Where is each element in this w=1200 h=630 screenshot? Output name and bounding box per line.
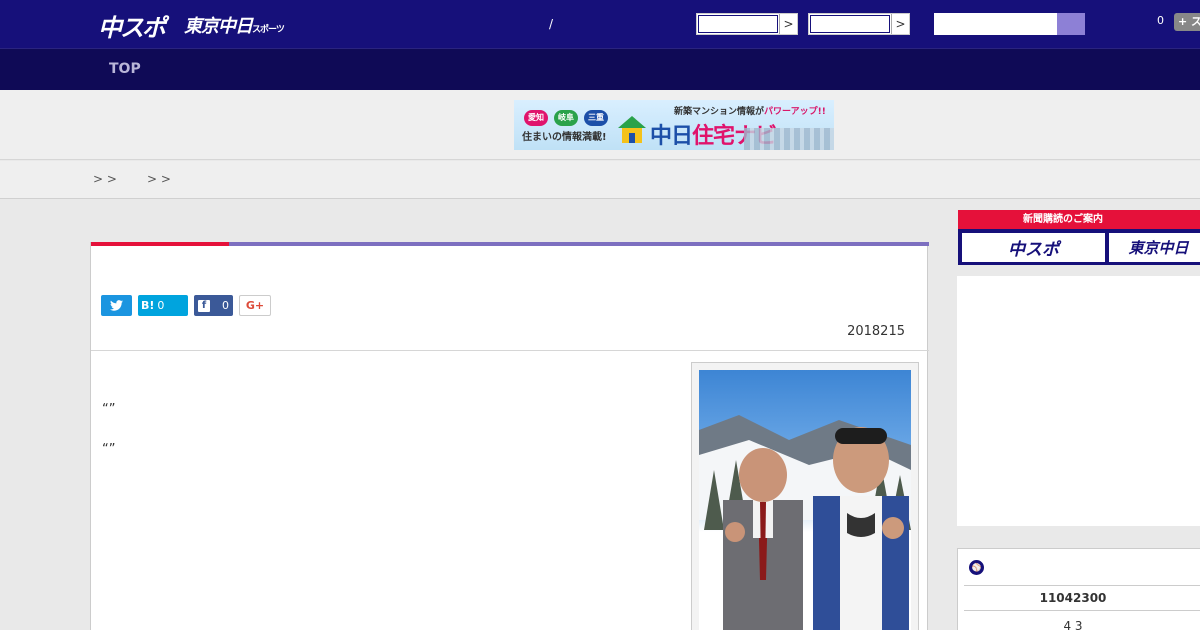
breadcrumb: > > > > (0, 161, 1200, 199)
chevron-right-icon[interactable]: > (779, 14, 797, 34)
banner-top-text-emphasis: パワーアップ!! (764, 107, 826, 117)
article-divider (91, 350, 929, 351)
add-button[interactable]: + ス (1174, 13, 1200, 31)
baseball-icon: ⚾ (969, 560, 984, 575)
header-count: 0 (1157, 14, 1164, 27)
chevron-right-icon[interactable]: > (891, 14, 909, 34)
breadcrumb-item[interactable]: > > (93, 172, 117, 186)
article-photo-frame (691, 362, 919, 630)
header-select-1-field[interactable] (698, 15, 778, 33)
banner-top-text-main: 新築マンション情報が (674, 107, 765, 117)
nav-item-top[interactable]: TOP (109, 61, 141, 77)
article-paragraph: “” (102, 402, 116, 417)
banner-pill-gifu: 岐阜 (554, 110, 578, 126)
tokyo-chunichi-logo[interactable]: 東京中日スポーツ (184, 12, 285, 38)
hatena-bookmark-button[interactable]: B! 0 (138, 295, 188, 316)
score-divider (964, 585, 1200, 586)
subscription-box: 新聞購読のご案内 中スポ 東京中日 (958, 210, 1200, 265)
search-button[interactable] (1057, 13, 1085, 35)
twitter-share-button[interactable] (101, 295, 132, 316)
google-plus-share-button[interactable]: G+ (239, 295, 271, 316)
score-divider (964, 610, 1200, 611)
twitter-icon (110, 300, 123, 311)
subscribe-chuspo-button[interactable]: 中スポ (962, 233, 1105, 262)
main-nav: TOP (0, 48, 1200, 90)
tokyo-chunichi-logo-small: スポーツ (252, 25, 285, 35)
site-header: 中スポ 東京中日スポーツ / > > 0 + ス (0, 0, 1200, 48)
header-separator: / (549, 17, 554, 31)
breadcrumb-item[interactable]: > > (147, 172, 171, 186)
banner-left-text: 住まいの情報満載! (522, 132, 607, 143)
header-select-2[interactable]: > (808, 13, 910, 35)
article-paragraph: “” (102, 442, 116, 457)
hatena-icon: B! (141, 299, 155, 312)
banner-pill-mie: 三重 (584, 110, 608, 126)
article-card: B! 0 f 0 G+ 2018215 “” “” (90, 242, 929, 630)
banner-pill-aichi: 愛知 (524, 110, 548, 126)
banner-brand-main: 中日 (650, 124, 693, 149)
facebook-share-button[interactable]: f 0 (194, 295, 233, 316)
article-date: 2018215 (847, 324, 905, 339)
person-right-graphic (813, 427, 909, 630)
person-left-graphic (723, 448, 803, 630)
baseball-score-box: ⚾ 11042300 4 3 (957, 548, 1200, 630)
chuspo-logo[interactable]: 中スポ (98, 8, 166, 43)
housing-navi-ad-banner[interactable]: 愛知 岐阜 三重 住まいの情報満載! 新築マンション情報がパワーアップ!! 中日… (514, 100, 834, 150)
subscription-title: 新聞購読のご案内 (958, 210, 1200, 229)
sidebar-ad[interactable] (957, 276, 1200, 526)
banner-zone: 愛知 岐阜 三重 住まいの情報満載! 新築マンション情報がパワーアップ!! 中日… (0, 90, 1200, 160)
hatena-count: 0 (157, 299, 165, 312)
tokyo-chunichi-logo-text: 東京中日 (184, 16, 253, 37)
house-icon (618, 116, 646, 143)
article-top-bar (91, 242, 929, 246)
article-photo[interactable] (699, 370, 911, 630)
header-select-1[interactable]: > (696, 13, 798, 35)
facebook-count: 0 (222, 299, 229, 312)
banner-city-skyline (744, 128, 834, 150)
search-input[interactable] (934, 13, 1085, 35)
article-top-bar-accent (91, 242, 229, 246)
header-select-2-field[interactable] (810, 15, 890, 33)
subscribe-tokyo-chunichi-button[interactable]: 東京中日 (1109, 233, 1200, 262)
score-row[interactable]: 4 3 (958, 619, 1200, 630)
score-row[interactable]: 11042300 (958, 591, 1200, 605)
facebook-icon: f (198, 299, 210, 312)
banner-top-text: 新築マンション情報がパワーアップ!! (674, 104, 826, 117)
